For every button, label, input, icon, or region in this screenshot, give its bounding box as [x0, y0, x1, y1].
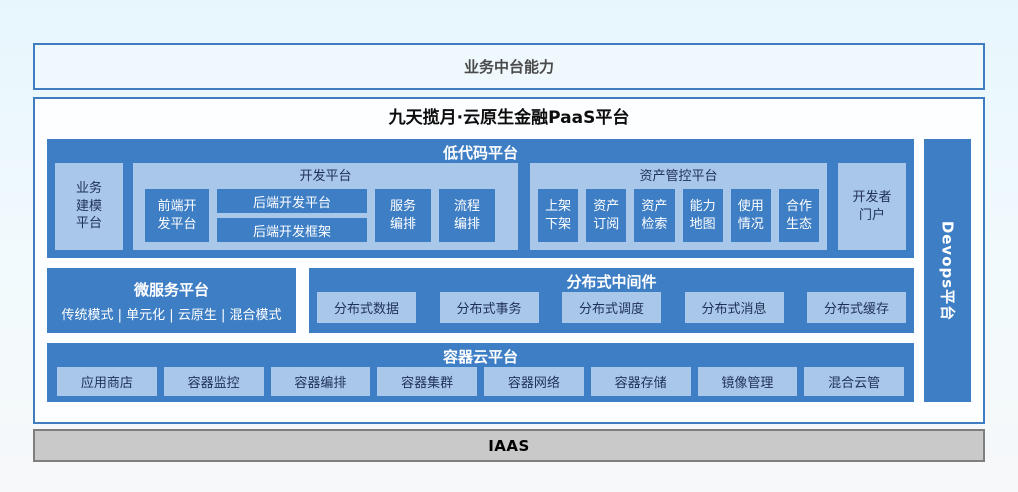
microservice-title: 微服务平台 [134, 279, 209, 300]
low-code-platform-band: 低代码平台 业务 建模 平台 开发平台 前端开 发平台 后端开发平台 后端开发框… [47, 139, 914, 258]
frontend-dev-box: 前端开 发平台 [145, 189, 209, 242]
container-cloud-row: 应用商店 容器监控 容器编排 容器集群 容器网络 容器存储 镜像管理 混合云管 [47, 367, 914, 396]
distributed-middleware-title: 分布式中间件 [309, 268, 914, 292]
process-orchestration-box: 流程 编排 [439, 189, 495, 242]
middle-row: 微服务平台 传统模式 | 单元化 | 云原生 | 混合模式 分布式中间件 分布式… [47, 268, 914, 333]
dev-platform-row: 前端开 发平台 后端开发平台 后端开发框架 服务 编排 流程 编排 [133, 189, 518, 250]
cc-item-app-store: 应用商店 [57, 367, 157, 396]
asset-mgmt-title: 资产管控平台 [530, 163, 827, 189]
middleware-item-transaction: 分布式事务 [440, 292, 539, 323]
asset-mgmt-container: 资产管控平台 上架 下架 资产 订阅 资产 检索 能力 地图 使用 情况 合作 … [530, 163, 827, 250]
devops-platform-label: Devops平台 [937, 220, 958, 320]
backend-platform-box: 后端开发平台 [217, 189, 367, 213]
iaas-bar: IAAS [33, 429, 985, 462]
backend-stack: 后端开发平台 后端开发框架 [217, 189, 367, 242]
asset-item-ecosystem: 合作 生态 [779, 189, 819, 242]
iaas-label: IAAS [488, 437, 530, 455]
microservice-modes: 传统模式 | 单元化 | 云原生 | 混合模式 [62, 304, 282, 323]
platform-left-column: 低代码平台 业务 建模 平台 开发平台 前端开 发平台 后端开发平台 后端开发框… [47, 139, 914, 402]
backend-framework-box: 后端开发框架 [217, 218, 367, 242]
low-code-platform-title: 低代码平台 [47, 139, 914, 163]
middleware-item-data: 分布式数据 [317, 292, 416, 323]
developer-portal-box: 开发者 门户 [838, 163, 906, 250]
banner-label: 业务中台能力 [464, 56, 554, 77]
middleware-item-message: 分布式消息 [685, 292, 784, 323]
cc-item-cluster: 容器集群 [377, 367, 477, 396]
asset-mgmt-row: 上架 下架 资产 订阅 资产 检索 能力 地图 使用 情况 合作 生态 [530, 189, 827, 250]
platform-content: 低代码平台 业务 建模 平台 开发平台 前端开 发平台 后端开发平台 后端开发框… [47, 139, 971, 402]
middleware-item-scheduling: 分布式调度 [562, 292, 661, 323]
cc-item-hybrid-cloud: 混合云管 [804, 367, 904, 396]
middleware-item-cache: 分布式缓存 [807, 292, 906, 323]
cc-item-image-mgmt: 镜像管理 [698, 367, 798, 396]
cc-item-orchestration: 容器编排 [271, 367, 371, 396]
microservice-platform-box: 微服务平台 传统模式 | 单元化 | 云原生 | 混合模式 [47, 268, 296, 333]
asset-item-capability-map: 能力 地图 [683, 189, 723, 242]
cc-item-network: 容器网络 [484, 367, 584, 396]
service-orchestration-box: 服务 编排 [375, 189, 431, 242]
asset-item-search: 资产 检索 [634, 189, 674, 242]
low-code-row: 业务 建模 平台 开发平台 前端开 发平台 后端开发平台 后端开发框架 服务 编… [47, 163, 914, 250]
distributed-middleware-band: 分布式中间件 分布式数据 分布式事务 分布式调度 分布式消息 分布式缓存 [309, 268, 914, 333]
business-midplatform-banner: 业务中台能力 [33, 43, 985, 90]
dev-platform-title: 开发平台 [133, 163, 518, 189]
container-cloud-title: 容器云平台 [47, 343, 914, 367]
asset-item-shelf: 上架 下架 [538, 189, 578, 242]
cc-item-monitoring: 容器监控 [164, 367, 264, 396]
distributed-middleware-row: 分布式数据 分布式事务 分布式调度 分布式消息 分布式缓存 [309, 292, 914, 323]
platform-title: 九天揽月·云原生金融PaaS平台 [47, 103, 971, 133]
paas-platform-panel: 九天揽月·云原生金融PaaS平台 低代码平台 业务 建模 平台 开发平台 前端开… [33, 97, 985, 424]
container-cloud-band: 容器云平台 应用商店 容器监控 容器编排 容器集群 容器网络 容器存储 镜像管理… [47, 343, 914, 402]
asset-item-subscribe: 资产 订阅 [586, 189, 626, 242]
business-modeling-box: 业务 建模 平台 [55, 163, 123, 250]
devops-platform-bar: Devops平台 [924, 139, 971, 402]
asset-item-usage: 使用 情况 [731, 189, 771, 242]
dev-platform-container: 开发平台 前端开 发平台 后端开发平台 后端开发框架 服务 编排 流程 编排 [133, 163, 518, 250]
cc-item-storage: 容器存储 [591, 367, 691, 396]
